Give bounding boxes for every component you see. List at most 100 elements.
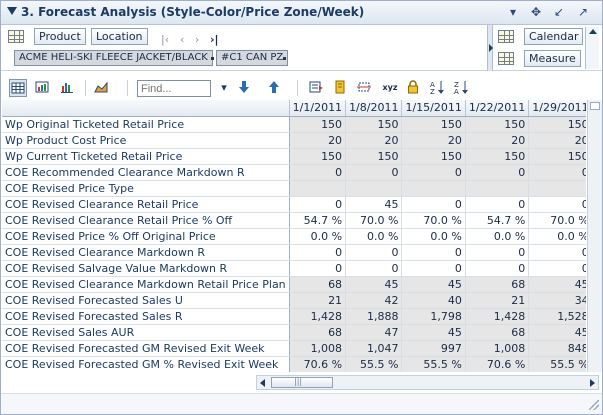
table-cell[interactable]: 55.5 %: [528, 356, 586, 372]
table-cell[interactable]: 45: [345, 276, 403, 293]
table-cell[interactable]: 70.0 %: [401, 212, 466, 229]
swap-icon[interactable]: [356, 79, 374, 97]
sort-desc-icon[interactable]: ZA: [453, 79, 471, 97]
first-page-icon[interactable]: |‹: [161, 33, 169, 46]
column-header[interactable]: 1/1/2011: [289, 100, 347, 117]
table-cell[interactable]: 20: [465, 132, 530, 149]
find-dropdown-icon[interactable]: ▾: [215, 79, 233, 97]
row-header[interactable]: COE Revised Sales AUR: [2, 324, 290, 341]
table-cell[interactable]: 45: [528, 324, 586, 341]
next-page-icon[interactable]: ›: [195, 33, 199, 46]
column-header[interactable]: 1/8/2011: [345, 100, 403, 117]
table-cell[interactable]: 70.6 %: [289, 356, 347, 372]
splitter-arrow-icon[interactable]: [489, 44, 493, 52]
table-cell[interactable]: 0: [289, 164, 347, 181]
table-cell[interactable]: 150: [528, 116, 586, 133]
table-cell[interactable]: 848: [528, 340, 586, 357]
row-header[interactable]: COE Revised Forecasted GM Revised Exit W…: [2, 340, 290, 357]
table-cell[interactable]: 68: [465, 324, 530, 341]
table-cell[interactable]: [289, 180, 347, 197]
table-cell[interactable]: 0: [528, 244, 586, 261]
table-cell[interactable]: 150: [345, 148, 403, 165]
table-cell[interactable]: 40: [401, 292, 466, 309]
measure-button[interactable]: Measure: [524, 50, 581, 67]
table-cell[interactable]: 0: [345, 260, 403, 277]
find-input[interactable]: [137, 80, 211, 97]
table-cell[interactable]: 1,008: [289, 340, 347, 357]
panel-splitter[interactable]: [487, 25, 493, 71]
row-header[interactable]: COE Revised Price Type: [2, 180, 290, 197]
table-cell[interactable]: 45: [401, 276, 466, 293]
table-cell[interactable]: 0: [465, 196, 530, 213]
collapse-panel-icon[interactable]: [7, 7, 17, 15]
measure-tile-icon[interactable]: [498, 52, 514, 65]
table-cell[interactable]: [465, 180, 530, 197]
table-cell[interactable]: 997: [401, 340, 466, 357]
row-header[interactable]: Wp Original Ticketed Retail Price: [2, 116, 290, 133]
table-cell[interactable]: 0: [465, 244, 530, 261]
table-cell[interactable]: 0: [401, 196, 466, 213]
row-header[interactable]: COE Revised Clearance Retail Price % Off: [2, 212, 290, 229]
table-cell[interactable]: 0.0 %: [345, 228, 403, 245]
table-cell[interactable]: 0: [465, 260, 530, 277]
product-selection-chip[interactable]: ACME HELI-SKI FLEECE JACKET/BLACK: [14, 50, 213, 66]
expand-icon[interactable]: ↙: [551, 4, 567, 20]
table-cell[interactable]: 68: [465, 276, 530, 293]
chevron-down-icon[interactable]: ▾: [505, 4, 521, 20]
row-header[interactable]: COE Revised Clearance Markdown R: [2, 244, 290, 261]
row-header[interactable]: COE Revised Forecasted Sales R: [2, 308, 290, 325]
scroll-right-icon[interactable]: [590, 379, 595, 387]
table-cell[interactable]: 0.0 %: [528, 228, 586, 245]
table-cell[interactable]: [401, 180, 466, 197]
table-cell[interactable]: 55.5 %: [345, 356, 403, 372]
table-cell[interactable]: 0: [289, 244, 347, 261]
table-cell[interactable]: 1,798: [401, 308, 466, 325]
column-header[interactable]: 1/29/2011: [528, 100, 586, 117]
xyz-icon[interactable]: xyz: [381, 79, 399, 97]
table-cell[interactable]: 20: [528, 132, 586, 149]
table-cell[interactable]: 70.0 %: [528, 212, 586, 229]
highlight-icon[interactable]: [332, 79, 350, 97]
location-selection-chip[interactable]: #C1 CAN PZ: [216, 50, 289, 66]
table-cell[interactable]: 150: [345, 116, 403, 133]
table-cell[interactable]: 150: [289, 116, 347, 133]
table-cell[interactable]: 0: [465, 164, 530, 181]
table-view-icon[interactable]: [9, 79, 27, 97]
table-cell[interactable]: 0: [528, 164, 586, 181]
table-cell[interactable]: 150: [289, 148, 347, 165]
column-header[interactable]: 1/22/2011: [465, 100, 530, 117]
export-icon[interactable]: [308, 79, 326, 97]
row-header[interactable]: COE Revised Clearance Retail Price: [2, 196, 290, 213]
column-header[interactable]: 1/15/2011: [401, 100, 466, 117]
sort-asc-icon[interactable]: AZ: [429, 79, 447, 97]
table-cell[interactable]: [345, 180, 403, 197]
table-cell[interactable]: 0: [289, 260, 347, 277]
table-cell[interactable]: 70.6 %: [465, 356, 530, 372]
table-cell[interactable]: 68: [289, 324, 347, 341]
table-cell[interactable]: 68: [289, 276, 347, 293]
table-cell[interactable]: 1,888: [345, 308, 403, 325]
table-cell[interactable]: 0: [401, 260, 466, 277]
product-button[interactable]: Product: [34, 28, 86, 45]
row-header[interactable]: COE Revised Forecasted Sales U: [2, 292, 290, 309]
row-header[interactable]: Wp Current Ticketed Retail Price: [2, 148, 290, 165]
table-cell[interactable]: 150: [465, 116, 530, 133]
table-cell[interactable]: 70.0 %: [345, 212, 403, 229]
table-cell[interactable]: 20: [401, 132, 466, 149]
row-header[interactable]: COE Revised Clearance Markdown Retail Pr…: [2, 276, 290, 293]
row-header[interactable]: COE Revised Salvage Value Markdown R: [2, 260, 290, 277]
table-cell[interactable]: 0: [528, 196, 586, 213]
row-header[interactable]: COE Revised Forecasted GM % Revised Exit…: [2, 356, 290, 372]
horizontal-scrollbar[interactable]: [256, 375, 599, 390]
scroll-up-icon[interactable]: [589, 29, 597, 34]
last-page-icon[interactable]: ›|: [210, 33, 219, 46]
table-cell[interactable]: 34: [528, 292, 586, 309]
table-cell[interactable]: 45: [401, 324, 466, 341]
table-cell[interactable]: 1,428: [465, 308, 530, 325]
table-cell[interactable]: 20: [289, 132, 347, 149]
table-cell[interactable]: 0: [289, 196, 347, 213]
table-cell[interactable]: 21: [465, 292, 530, 309]
table-cell[interactable]: 1,428: [289, 308, 347, 325]
table-cell[interactable]: 0: [401, 164, 466, 181]
table-cell[interactable]: 150: [401, 116, 466, 133]
